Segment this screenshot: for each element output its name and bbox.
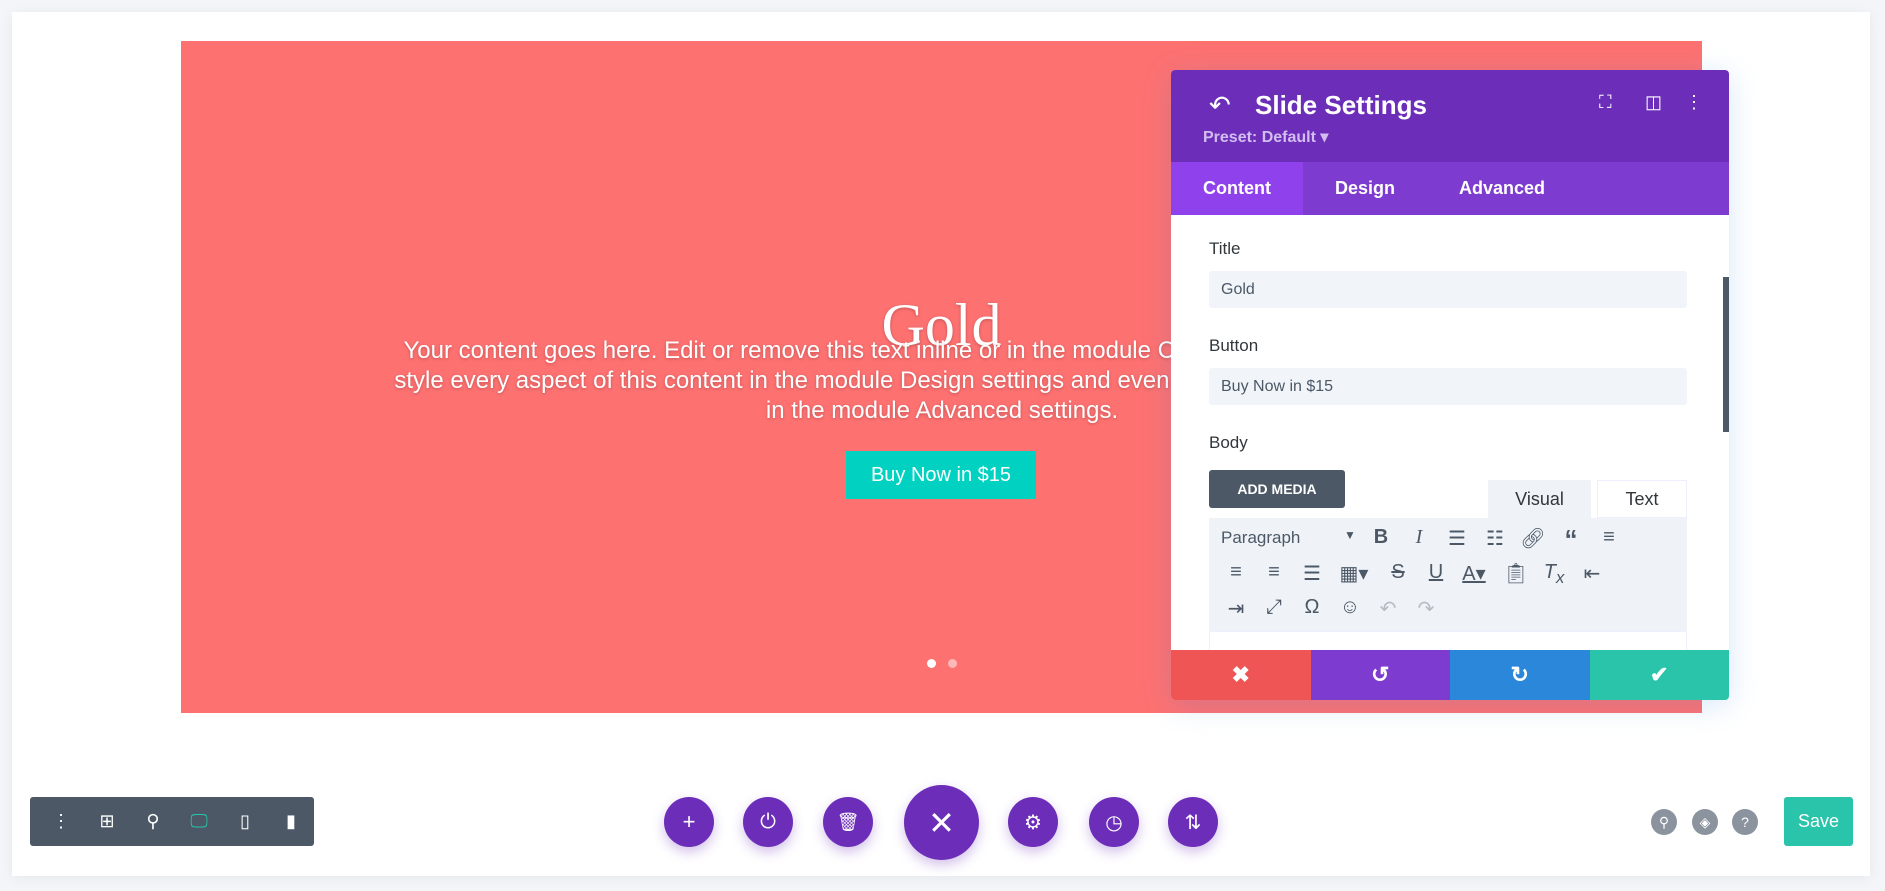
title-input[interactable]: Gold [1209,271,1687,308]
special-character-icon[interactable]: Ω [1297,596,1327,619]
desktop-view-icon[interactable]: 🖵︎ [176,811,222,832]
outdent-icon[interactable]: ⇤ [1577,561,1607,586]
align-right-icon[interactable]: ≡ [1259,561,1289,584]
save-changes-button[interactable]: ✔ [1589,650,1729,700]
add-button[interactable]: + [664,797,714,847]
bullet-list-icon[interactable]: ☰ [1442,526,1472,551]
panel-header: ↶ Slide Settings Preset: Default ▾ ⛶ ◫ ⋮ [1171,70,1729,162]
align-center-icon[interactable]: ≡ [1221,561,1251,584]
underline-icon[interactable]: U [1421,561,1451,584]
trash-button[interactable]: 🗑︎ [823,797,873,847]
format-dropdown-icon[interactable]: ▼ [1335,528,1365,542]
numbered-list-icon[interactable]: ☷ [1480,526,1510,551]
history-button[interactable]: ◷ [1089,797,1139,847]
indent-icon[interactable]: ⇥ [1221,596,1251,621]
settings-button[interactable]: ⚙ [1008,797,1058,847]
clear-formatting-icon[interactable]: Tx [1539,561,1569,588]
blockquote-icon[interactable]: “ [1556,524,1586,555]
zoom-icon[interactable]: ⚲ [130,811,176,832]
fullscreen-editor-icon[interactable]: ⤢ [1259,596,1289,619]
strikethrough-icon[interactable]: S [1383,561,1413,584]
slide-settings-panel: ↶ Slide Settings Preset: Default ▾ ⛶ ◫ ⋮… [1171,70,1729,700]
slide-dot-1[interactable] [927,659,936,668]
panel-title: Slide Settings [1255,90,1427,120]
format-select[interactable]: Paragraph [1221,528,1300,548]
close-button[interactable]: ✕ [904,785,979,860]
menu-dots-icon[interactable]: ⋮ [38,811,84,832]
tab-advanced[interactable]: Advanced [1427,162,1577,215]
tablet-view-icon[interactable]: ▯ [222,811,268,832]
portability-button[interactable]: ⇅ [1168,797,1218,847]
undo-button[interactable]: ↺ [1310,650,1450,700]
phone-view-icon[interactable]: ▮ [268,811,314,832]
body-label: Body [1209,433,1248,452]
panel-footer: ✖ ↺ ↻ ✔ [1171,650,1729,700]
redo-button[interactable]: ↻ [1450,650,1590,700]
button-input[interactable]: Buy Now in $15 [1209,368,1687,405]
wireframe-icon[interactable]: ⊞ [84,811,130,832]
save-button[interactable]: Save [1784,797,1853,846]
panel-scrollbar[interactable] [1723,277,1729,432]
search-icon[interactable]: ⚲ [1651,809,1677,835]
add-media-button[interactable]: ADD MEDIA [1209,470,1345,508]
view-mode-toolbar: ⋮ ⊞ ⚲ 🖵︎ ▯ ▮ [30,797,314,846]
discard-button[interactable]: ✖ [1171,650,1311,700]
panel-tabs: Content Design Advanced [1171,162,1729,215]
table-icon[interactable]: ▦▾ [1339,561,1369,586]
slide-dot-2[interactable] [948,659,957,668]
split-view-icon[interactable]: ◫ [1645,92,1662,113]
button-label: Button [1209,336,1259,355]
layers-icon[interactable]: ◈ [1692,809,1718,835]
visual-tab[interactable]: Visual [1488,480,1591,518]
italic-icon[interactable]: I [1404,526,1434,549]
tab-content[interactable]: Content [1171,162,1303,215]
panel-body: Title Gold Button Buy Now in $15 Body AD… [1171,215,1729,661]
link-icon[interactable]: 🔗︎ [1518,526,1548,551]
slide-button[interactable]: Buy Now in $15 [846,451,1036,499]
text-color-icon[interactable]: A▾ [1459,561,1489,586]
fullscreen-icon[interactable]: ⛶ [1599,92,1612,113]
text-tab[interactable]: Text [1597,480,1687,518]
editor-toolbar: Paragraph ▼ B I ☰ ☷ 🔗︎ “ ≡ ≡ ≡ ☰ ▦▾ S U … [1209,518,1687,631]
bold-icon[interactable]: B [1366,526,1396,549]
help-icon[interactable]: ? [1732,809,1758,835]
title-label: Title [1209,239,1241,258]
align-left-icon[interactable]: ≡ [1594,526,1624,549]
emoji-icon[interactable]: ☺ [1335,596,1365,619]
back-icon[interactable]: ↶ [1209,90,1231,121]
redo-icon[interactable]: ↷ [1411,596,1441,621]
paste-text-icon[interactable]: 📋︎ [1501,561,1531,586]
power-button[interactable]: ⏻ [743,797,793,847]
more-options-icon[interactable]: ⋮ [1685,92,1703,113]
preset-dropdown[interactable]: Preset: Default ▾ [1203,127,1328,147]
justify-icon[interactable]: ☰ [1297,561,1327,586]
undo-icon[interactable]: ↶ [1373,596,1403,621]
tab-design[interactable]: Design [1303,162,1427,215]
